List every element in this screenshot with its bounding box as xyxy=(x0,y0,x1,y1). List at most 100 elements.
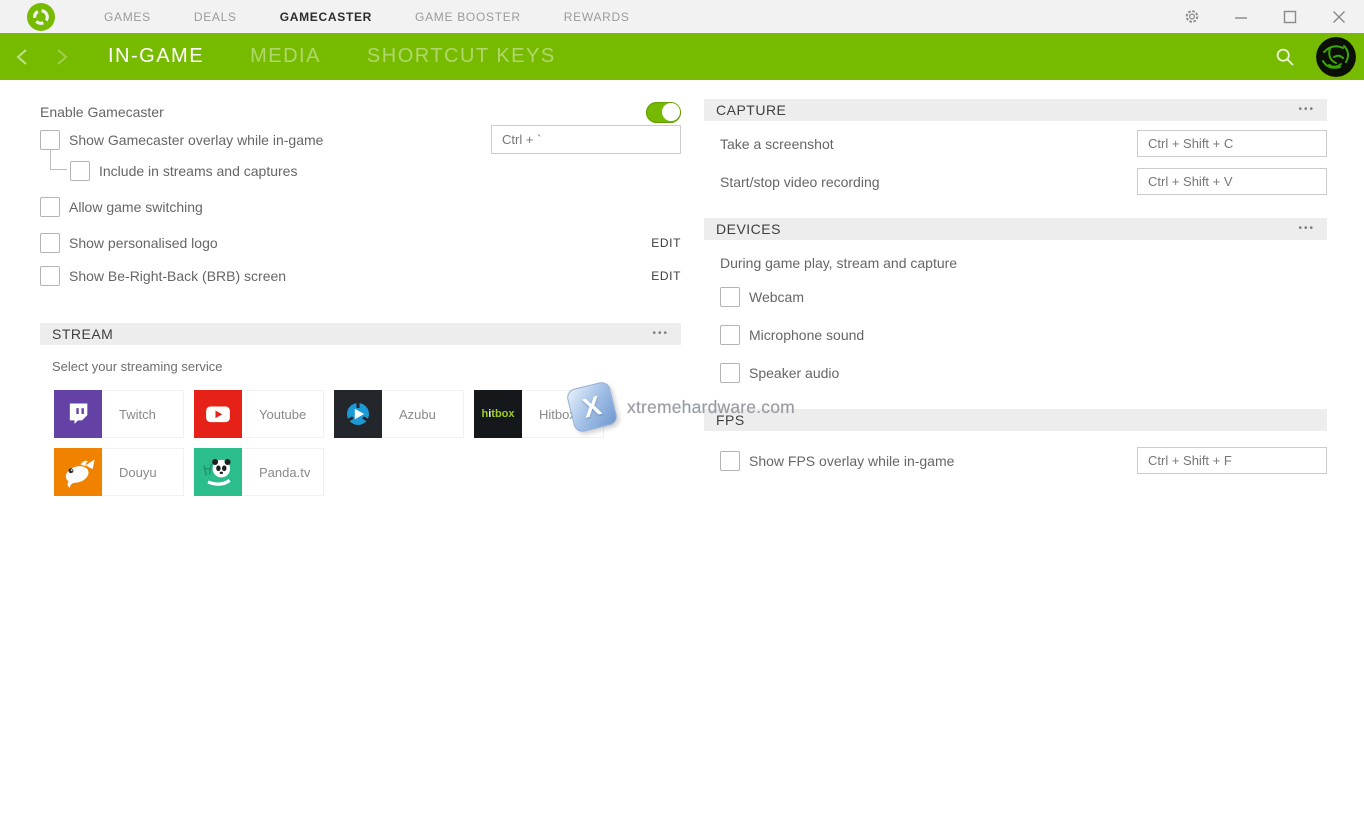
fps-hotkey-input[interactable] xyxy=(1137,447,1327,474)
devices-section-title: DEVICES xyxy=(716,221,781,237)
pandatv-icon xyxy=(194,448,242,496)
enable-gamecaster-toggle[interactable] xyxy=(646,102,681,123)
microphone-row: Microphone sound xyxy=(704,325,1327,345)
history-nav xyxy=(14,47,70,67)
minimize-button[interactable] xyxy=(1233,9,1249,25)
close-button[interactable] xyxy=(1331,9,1347,25)
service-label: Douyu xyxy=(102,449,183,495)
tab-game-booster[interactable]: GAME BOOSTER xyxy=(415,10,521,24)
tab-shortcut-keys[interactable]: SHORTCUT KEYS xyxy=(367,45,556,68)
screenshot-label: Take a screenshot xyxy=(720,136,834,152)
service-tile-douyu[interactable]: Douyu xyxy=(54,448,184,496)
streaming-services-row-2: Douyu xyxy=(54,448,681,496)
speaker-label: Speaker audio xyxy=(749,365,839,381)
video-recording-hotkey-input[interactable] xyxy=(1137,168,1327,195)
personalised-logo-edit-link[interactable]: EDIT xyxy=(651,236,681,250)
stream-overflow-menu-icon[interactable]: ••• xyxy=(652,329,669,339)
service-tile-youtube[interactable]: Youtube xyxy=(194,390,324,438)
azubu-icon xyxy=(334,390,382,438)
fps-overlay-row: Show FPS overlay while in-game xyxy=(704,447,1327,474)
service-tile-twitch[interactable]: Twitch xyxy=(54,390,184,438)
brb-screen-edit-link[interactable]: EDIT xyxy=(651,269,681,283)
forward-chevron-icon[interactable] xyxy=(53,47,70,67)
devices-section-header: DEVICES ••• xyxy=(704,218,1327,240)
game-switching-label: Allow game switching xyxy=(69,199,203,215)
service-tile-pandatv[interactable]: Panda.tv xyxy=(194,448,324,496)
capture-section-header: CAPTURE ••• xyxy=(704,99,1327,121)
overlay-setting-row: Show Gamecaster overlay while in-game xyxy=(40,125,681,154)
webcam-row: Webcam xyxy=(704,287,1327,307)
service-tile-azubu[interactable]: Azubu xyxy=(334,390,464,438)
general-settings-column: Enable Gamecaster Show Gamecaster overla… xyxy=(40,80,681,496)
fps-section-title: FPS xyxy=(716,412,745,428)
enable-gamecaster-label: Enable Gamecaster xyxy=(40,104,164,120)
brb-screen-row: Show Be-Right-Back (BRB) screen EDIT xyxy=(40,266,681,286)
tab-deals[interactable]: DEALS xyxy=(194,10,237,24)
gamecaster-sub-nav: IN-GAME MEDIA SHORTCUT KEYS xyxy=(108,45,556,68)
tab-gamecaster[interactable]: GAMECASTER xyxy=(280,10,372,24)
capture-overflow-menu-icon[interactable]: ••• xyxy=(1298,105,1315,115)
brb-screen-label: Show Be-Right-Back (BRB) screen xyxy=(69,268,286,284)
speaker-checkbox[interactable] xyxy=(720,363,740,383)
fps-section-header: FPS xyxy=(704,409,1327,431)
service-label: Youtube xyxy=(242,391,323,437)
screenshot-row: Take a screenshot xyxy=(704,130,1327,157)
microphone-checkbox[interactable] xyxy=(720,325,740,345)
service-tile-hitbox[interactable]: hitbox Hitbox xyxy=(474,390,604,438)
personalised-logo-label: Show personalised logo xyxy=(69,235,218,251)
video-recording-row: Start/stop video recording xyxy=(704,168,1327,195)
in-game-settings-panel: Enable Gamecaster Show Gamecaster overla… xyxy=(0,80,1364,827)
service-label: Hitbox xyxy=(522,391,603,437)
show-overlay-checkbox[interactable] xyxy=(40,130,60,150)
include-streams-label: Include in streams and captures xyxy=(99,163,297,179)
tab-media[interactable]: MEDIA xyxy=(250,45,321,68)
twitch-icon xyxy=(54,390,102,438)
enable-gamecaster-row: Enable Gamecaster xyxy=(40,101,681,123)
service-label: Azubu xyxy=(382,391,463,437)
personalised-logo-row: Show personalised logo EDIT xyxy=(40,233,681,253)
include-streams-checkbox[interactable] xyxy=(70,161,90,181)
game-switching-checkbox[interactable] xyxy=(40,197,60,217)
screenshot-hotkey-input[interactable] xyxy=(1137,130,1327,157)
tab-in-game[interactable]: IN-GAME xyxy=(108,45,204,68)
service-label: Twitch xyxy=(102,391,183,437)
game-switching-row: Allow game switching xyxy=(40,197,681,217)
douyu-icon xyxy=(54,448,102,496)
stream-section-header: STREAM ••• xyxy=(40,323,681,345)
gamecaster-nav-bar: IN-GAME MEDIA SHORTCUT KEYS xyxy=(0,33,1364,80)
window-controls xyxy=(1184,9,1347,25)
include-streams-row: Include in streams and captures xyxy=(40,160,681,181)
video-recording-label: Start/stop video recording xyxy=(720,174,880,190)
capture-section-title: CAPTURE xyxy=(716,102,786,118)
streaming-services-row-1: Twitch Youtube xyxy=(54,390,681,438)
microphone-label: Microphone sound xyxy=(749,327,864,343)
stream-section-title: STREAM xyxy=(52,326,113,342)
back-chevron-icon[interactable] xyxy=(14,47,31,67)
cortex-logo-icon xyxy=(27,3,55,31)
tree-connector-line xyxy=(50,149,67,170)
search-icon[interactable] xyxy=(1275,47,1295,67)
devices-subtitle: During game play, stream and capture xyxy=(704,255,1327,271)
youtube-icon xyxy=(194,390,242,438)
hitbox-icon: hitbox xyxy=(474,390,522,438)
personalised-logo-checkbox[interactable] xyxy=(40,233,60,253)
capture-settings-column: CAPTURE ••• Take a screenshot Start/stop… xyxy=(704,80,1327,474)
maximize-button[interactable] xyxy=(1282,9,1298,25)
webcam-checkbox[interactable] xyxy=(720,287,740,307)
devices-overflow-menu-icon[interactable]: ••• xyxy=(1298,224,1315,234)
title-bar: GAMES DEALS GAMECASTER GAME BOOSTER REWA… xyxy=(0,0,1364,33)
overlay-hotkey-input[interactable] xyxy=(491,125,681,154)
user-avatar[interactable] xyxy=(1316,37,1356,77)
webcam-label: Webcam xyxy=(749,289,804,305)
service-label: Panda.tv xyxy=(242,449,323,495)
show-overlay-label: Show Gamecaster overlay while in-game xyxy=(69,132,323,148)
razer-cortex-window: GAMES DEALS GAMECASTER GAME BOOSTER REWA… xyxy=(0,0,1364,827)
settings-gear-icon[interactable] xyxy=(1184,9,1200,25)
speaker-row: Speaker audio xyxy=(704,363,1327,383)
fps-overlay-label: Show FPS overlay while in-game xyxy=(749,453,954,469)
stream-subtitle: Select your streaming service xyxy=(52,359,681,374)
brb-screen-checkbox[interactable] xyxy=(40,266,60,286)
fps-overlay-checkbox[interactable] xyxy=(720,451,740,471)
tab-games[interactable]: GAMES xyxy=(104,10,151,24)
tab-rewards[interactable]: REWARDS xyxy=(564,10,630,24)
